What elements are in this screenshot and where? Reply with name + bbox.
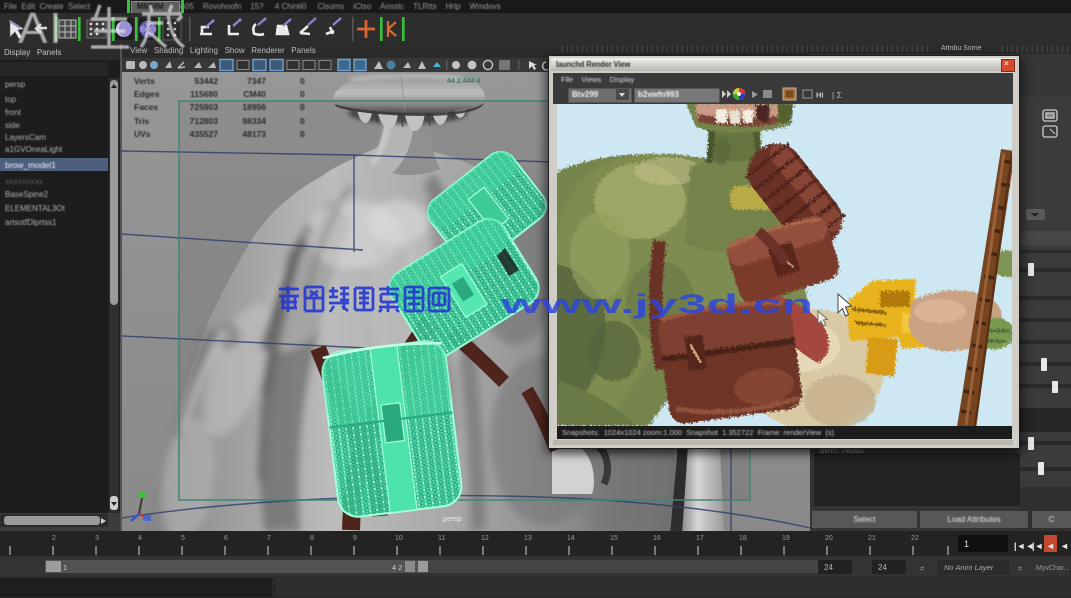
svg-text:AI: AI	[18, 4, 64, 52]
svg-text:◄: ◄	[1046, 541, 1055, 551]
svg-text:10: 10	[395, 535, 403, 542]
svg-text:13: 13	[524, 535, 532, 542]
svg-text:MyvChar...: MyvChar...	[1036, 565, 1070, 572]
svg-text:HI: HI	[816, 91, 824, 100]
svg-text:3: 3	[95, 535, 99, 542]
svg-text:7: 7	[267, 535, 271, 542]
svg-text:4: 4	[138, 535, 142, 542]
svg-text:14: 14	[567, 535, 575, 542]
svg-text:No Anim Layer: No Anim Layer	[944, 563, 994, 572]
svg-text:11: 11	[438, 535, 445, 542]
svg-text:|◄: |◄	[1032, 541, 1043, 551]
svg-text:4 2: 4 2	[392, 563, 402, 572]
svg-text:24: 24	[824, 563, 833, 572]
svg-text:17: 17	[696, 535, 704, 542]
svg-text:19: 19	[782, 535, 790, 542]
svg-text:◄: ◄	[1060, 541, 1069, 551]
svg-text:≠: ≠	[1018, 564, 1023, 573]
svg-text:8: 8	[310, 535, 314, 542]
svg-text:5: 5	[181, 535, 185, 542]
svg-text:12: 12	[481, 535, 489, 542]
svg-text:21: 21	[868, 535, 876, 542]
svg-text:9: 9	[353, 535, 357, 542]
svg-text:2: 2	[52, 535, 56, 542]
svg-text:www.jy3d.cn: www.jy3d.cn	[499, 289, 813, 319]
svg-text:18: 18	[739, 535, 747, 542]
svg-text:15: 15	[610, 535, 618, 542]
svg-text:20: 20	[825, 535, 833, 542]
svg-text:1: 1	[63, 563, 67, 572]
svg-text:24: 24	[878, 563, 887, 572]
svg-text:22: 22	[911, 535, 919, 542]
svg-text:≠: ≠	[920, 564, 925, 573]
svg-text:6: 6	[224, 535, 228, 542]
svg-text:16: 16	[653, 535, 661, 542]
svg-text:1: 1	[964, 539, 969, 549]
svg-text:| Σ: | Σ	[832, 90, 842, 100]
